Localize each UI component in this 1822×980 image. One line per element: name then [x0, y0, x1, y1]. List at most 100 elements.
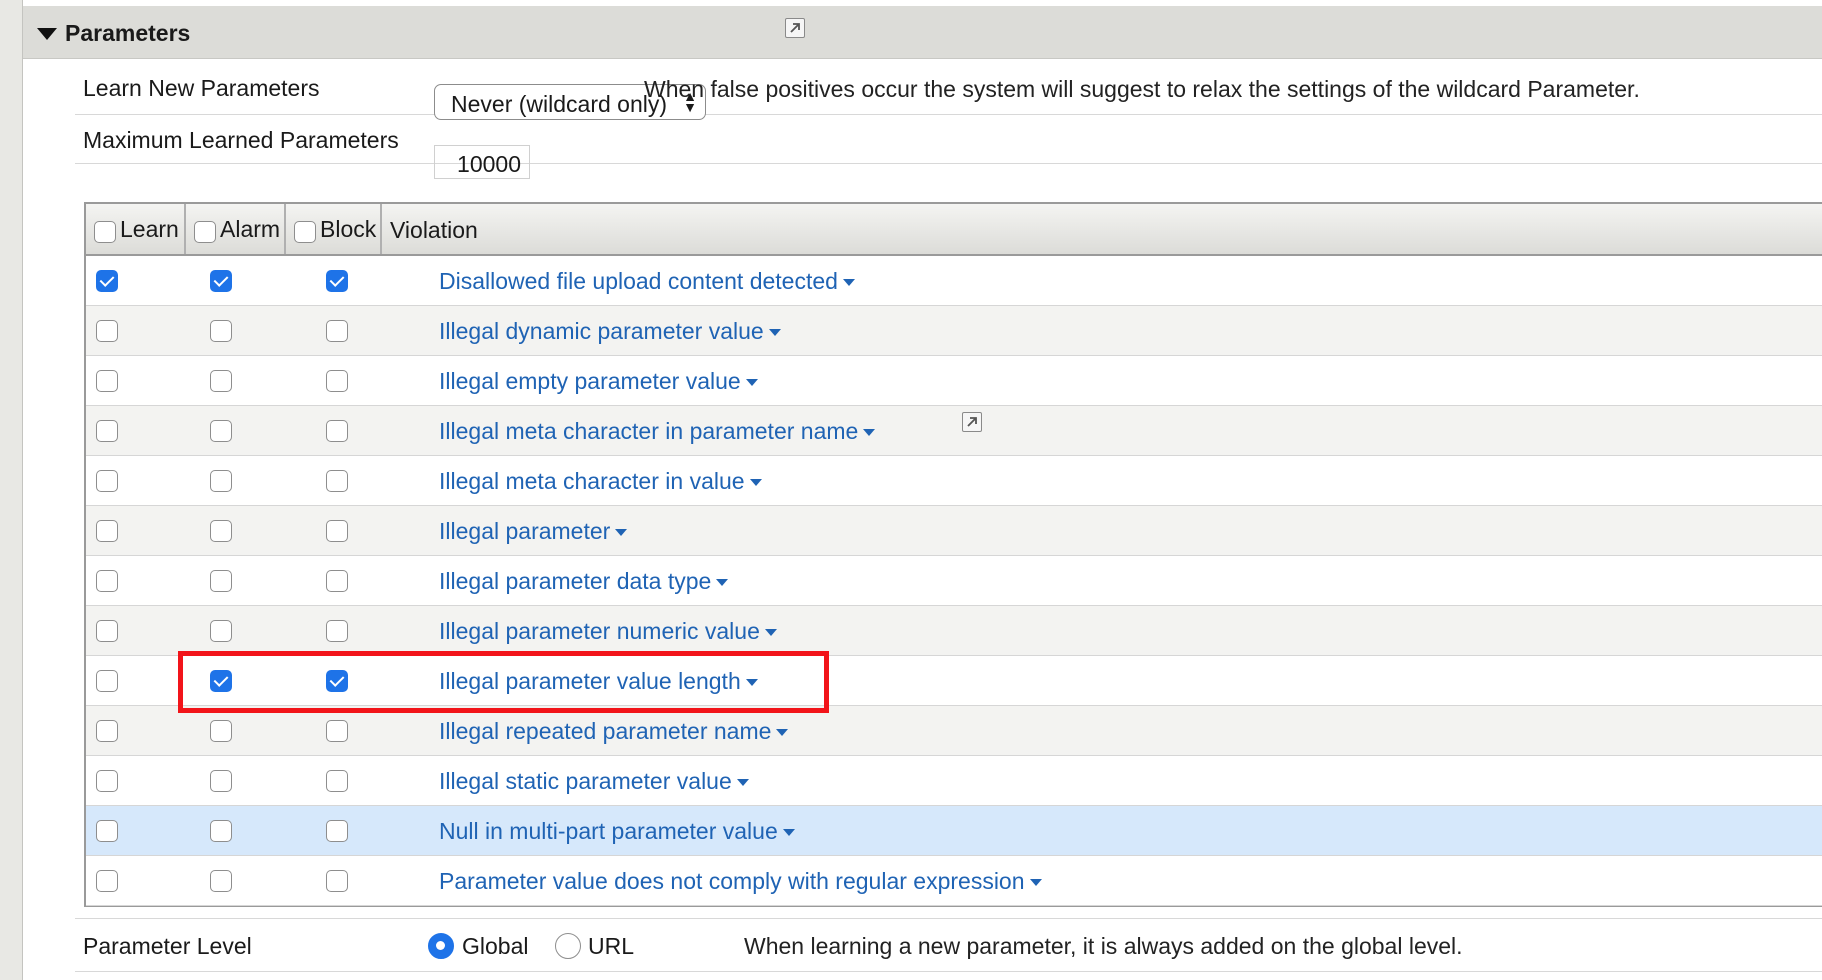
caret-down-icon[interactable] — [768, 329, 781, 337]
alarm-checkbox[interactable] — [210, 870, 232, 892]
alarm-checkbox[interactable] — [210, 470, 232, 492]
global-radio[interactable] — [428, 933, 454, 959]
block-checkbox[interactable] — [326, 820, 348, 842]
violation-link[interactable]: Illegal repeated parameter name — [439, 718, 789, 745]
learn-new-parameters-help: When false positives occur the system wi… — [644, 76, 1640, 102]
violation-link[interactable]: Illegal parameter data type — [439, 568, 729, 595]
header-learn-label: Learn — [120, 216, 179, 242]
learn-checkbox[interactable] — [96, 320, 118, 342]
violation-link[interactable]: Null in multi-part parameter value — [439, 818, 795, 845]
header-block-label: Block — [320, 216, 377, 242]
block-checkbox[interactable] — [326, 720, 348, 742]
caret-down-icon[interactable] — [716, 579, 729, 587]
alarm-checkbox[interactable] — [210, 420, 232, 442]
table-row[interactable]: Illegal parameter data type — [86, 556, 1822, 606]
violation-link[interactable]: Illegal static parameter value — [439, 768, 749, 795]
learn-checkbox[interactable] — [96, 270, 118, 292]
block-checkbox[interactable] — [326, 320, 348, 342]
caret-down-icon[interactable] — [782, 829, 795, 837]
caret-down-icon[interactable] — [842, 279, 855, 287]
caret-down-icon[interactable] — [1029, 879, 1042, 887]
block-checkbox[interactable] — [326, 870, 348, 892]
table-row[interactable]: Illegal parameter — [86, 506, 1822, 556]
block-all-checkbox[interactable] — [294, 221, 316, 243]
block-checkbox[interactable] — [326, 270, 348, 292]
table-row[interactable]: Illegal repeated parameter name — [86, 706, 1822, 756]
learn-checkbox[interactable] — [96, 720, 118, 742]
learn-checkbox[interactable] — [96, 620, 118, 642]
url-radio[interactable] — [555, 933, 581, 959]
learn-checkbox[interactable] — [96, 670, 118, 692]
violation-link[interactable]: Illegal dynamic parameter value — [439, 318, 781, 345]
table-row[interactable]: Illegal parameter numeric value — [86, 606, 1822, 656]
block-checkbox[interactable] — [326, 370, 348, 392]
parameter-level-help: When learning a new parameter, it is alw… — [744, 933, 1463, 959]
table-row[interactable]: Illegal meta character in value — [86, 456, 1822, 506]
header-alarm-label: Alarm — [220, 216, 281, 242]
alarm-checkbox[interactable] — [210, 370, 232, 392]
caret-down-icon[interactable] — [863, 429, 876, 437]
alarm-checkbox[interactable] — [210, 720, 232, 742]
caret-down-icon[interactable] — [615, 529, 628, 537]
max-learned-parameters-label: Maximum Learned Parameters — [83, 127, 399, 153]
learn-checkbox[interactable] — [96, 820, 118, 842]
learn-checkbox[interactable] — [96, 770, 118, 792]
table-row[interactable]: Illegal static parameter value — [86, 756, 1822, 806]
learn-all-checkbox[interactable] — [94, 221, 116, 243]
violation-link[interactable]: Illegal empty parameter value — [439, 368, 758, 395]
learn-new-parameters-value: Never (wildcard only) — [451, 91, 668, 117]
alarm-checkbox[interactable] — [210, 820, 232, 842]
violation-name: Illegal dynamic parameter value — [439, 318, 764, 344]
violation-link[interactable]: Illegal meta character in value — [439, 468, 762, 495]
block-checkbox[interactable] — [326, 620, 348, 642]
learn-checkbox[interactable] — [96, 870, 118, 892]
violation-link[interactable]: Parameter value does not comply with reg… — [439, 868, 1042, 895]
learn-checkbox[interactable] — [96, 570, 118, 592]
url-radio-label: URL — [588, 933, 635, 959]
learn-new-parameters-label: Learn New Parameters — [83, 75, 320, 101]
block-checkbox[interactable] — [326, 420, 348, 442]
violation-link[interactable]: Illegal parameter numeric value — [439, 618, 777, 645]
learn-checkbox[interactable] — [96, 520, 118, 542]
violation-name: Parameter value does not comply with reg… — [439, 868, 1025, 894]
caret-down-icon[interactable] — [764, 629, 777, 637]
collapse-triangle-icon[interactable] — [37, 28, 57, 40]
violation-name: Illegal empty parameter value — [439, 368, 741, 394]
violation-name: Illegal parameter data type — [439, 568, 712, 594]
block-checkbox[interactable] — [326, 570, 348, 592]
table-row[interactable]: Parameter value does not comply with reg… — [86, 856, 1822, 906]
caret-down-icon[interactable] — [776, 729, 789, 737]
caret-down-icon[interactable] — [736, 779, 749, 787]
table-row[interactable]: Null in multi-part parameter value — [86, 806, 1822, 856]
violation-link[interactable]: Illegal meta character in parameter name — [439, 418, 876, 445]
alarm-checkbox[interactable] — [210, 570, 232, 592]
violation-link[interactable]: Illegal parameter — [439, 518, 628, 545]
violation-link[interactable]: Disallowed file upload content detected — [439, 268, 855, 295]
caret-down-icon[interactable] — [745, 379, 758, 387]
max-learned-parameters-input[interactable]: 10000 — [434, 145, 530, 179]
violation-name: Illegal meta character in parameter name — [439, 418, 859, 444]
table-row[interactable]: Disallowed file upload content detected — [86, 256, 1822, 306]
alarm-all-checkbox[interactable] — [194, 221, 216, 243]
learn-checkbox[interactable] — [96, 370, 118, 392]
learn-checkbox[interactable] — [96, 470, 118, 492]
block-checkbox[interactable] — [326, 770, 348, 792]
learn-checkbox[interactable] — [96, 420, 118, 442]
popout-icon[interactable] — [962, 412, 982, 432]
block-checkbox[interactable] — [326, 470, 348, 492]
max-learned-parameters-row: Maximum Learned Parameters — [75, 115, 1822, 164]
alarm-checkbox[interactable] — [210, 270, 232, 292]
block-checkbox[interactable] — [326, 520, 348, 542]
alarm-checkbox[interactable] — [210, 770, 232, 792]
header-violation-label: Violation — [390, 217, 478, 243]
table-row[interactable]: Illegal dynamic parameter value — [86, 306, 1822, 356]
parameters-section-header[interactable]: Parameters — [23, 6, 1822, 59]
annotation-highlight-box — [178, 651, 829, 713]
alarm-checkbox[interactable] — [210, 620, 232, 642]
caret-down-icon[interactable] — [749, 479, 762, 487]
popout-icon[interactable] — [785, 18, 805, 38]
table-row[interactable]: Illegal empty parameter value — [86, 356, 1822, 406]
table-row[interactable]: Illegal meta character in parameter name — [86, 406, 1822, 456]
alarm-checkbox[interactable] — [210, 320, 232, 342]
alarm-checkbox[interactable] — [210, 520, 232, 542]
